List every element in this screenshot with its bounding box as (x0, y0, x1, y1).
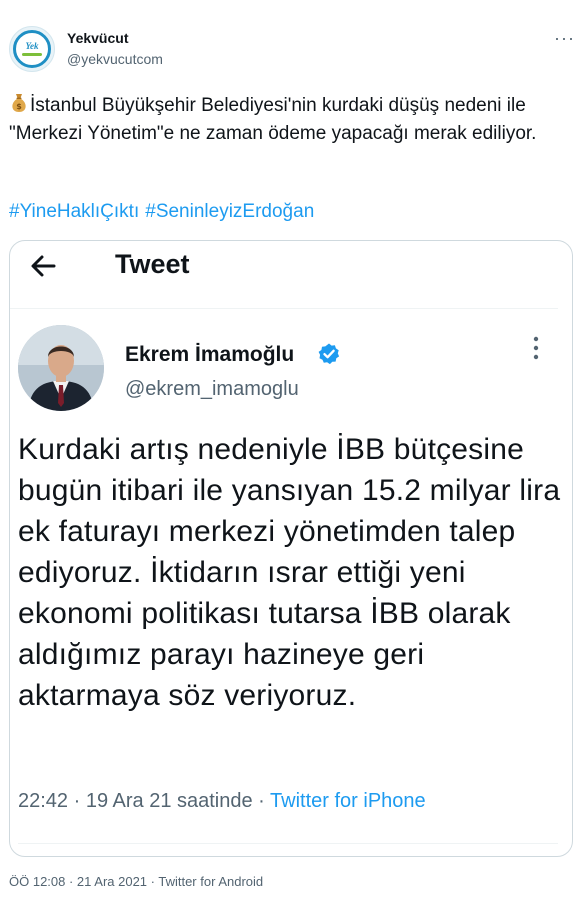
embedded-more-icon (533, 336, 539, 360)
back-arrow-icon (31, 255, 56, 277)
hashtag-link[interactable]: #YineHaklıÇıktı (9, 201, 139, 222)
more-icon[interactable]: ··· (554, 28, 575, 49)
svg-text:$: $ (16, 102, 22, 111)
tweet-text: $ İstanbul Büyükşehir Belediyesi'nin kur… (9, 92, 569, 148)
tweet-meta[interactable]: ÖÖ 12:08 · 21 Ara 2021 · Twitter for And… (9, 874, 263, 889)
embedded-meta: 22:42 · 19 Ara 21 saatinde · Twitter for… (18, 790, 426, 813)
hashtags: #YineHaklıÇıktı #SeninleyizErdoğan (9, 201, 320, 223)
embedded-screenshot[interactable]: Tweet Ekrem İmamoğlu @ekrem_imamoglu Kur… (9, 240, 573, 857)
yekvucut-logo: Yek (13, 30, 51, 68)
hashtag-link[interactable]: #SeninleyizErdoğan (145, 201, 314, 222)
embedded-author-handle: @ekrem_imamoglu (125, 378, 299, 400)
embedded-tweet: Ekrem İmamoğlu @ekrem_imamoglu Kurdaki a… (10, 308, 560, 848)
embedded-time: 22:42 · 19 Ara 21 saatinde · (18, 790, 265, 812)
money-bag-icon: $ (12, 94, 26, 112)
author-avatar[interactable]: Yek (9, 26, 55, 72)
embedded-author-name: Ekrem İmamoğlu (125, 343, 295, 366)
tweet: Yek Yekvücut @yekvucutcom ··· $ İstanbul… (0, 0, 586, 911)
logo-text: Yek (25, 41, 39, 51)
author-display-name[interactable]: Yekvücut (67, 30, 128, 46)
tweet-body: İstanbul Büyükşehir Belediyesi'nin kurda… (9, 95, 537, 144)
embedded-tweet-text: Kurdaki artış nedeniyle İBB bütçesine bu… (18, 433, 561, 712)
embedded-author-avatar (18, 325, 104, 411)
divider (18, 843, 558, 844)
portrait-image (18, 325, 104, 411)
embedded-title: Tweet (115, 249, 190, 279)
embedded-header: Tweet (10, 241, 572, 295)
verified-badge-icon (318, 343, 340, 365)
embedded-client: Twitter for iPhone (270, 790, 426, 812)
author-handle[interactable]: @yekvucutcom (67, 51, 163, 67)
